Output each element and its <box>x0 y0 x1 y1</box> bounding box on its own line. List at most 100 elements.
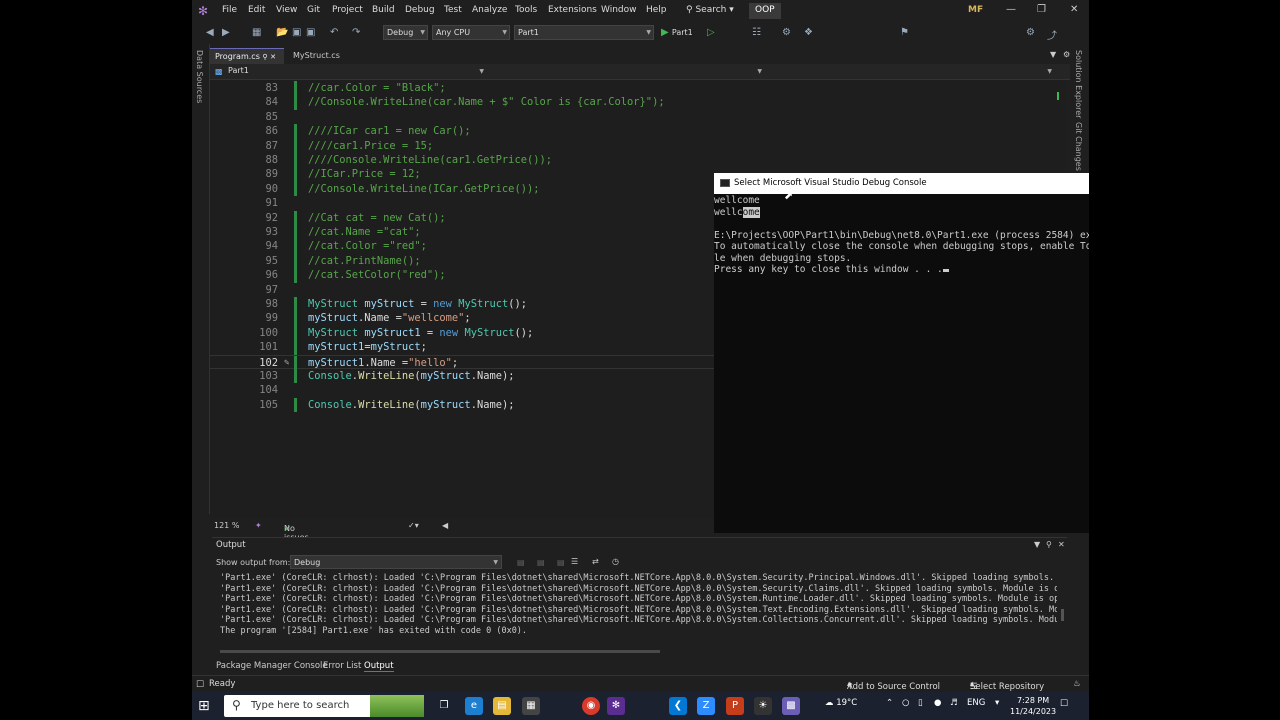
find-message-icon[interactable]: ▤ <box>517 558 525 567</box>
start-without-debugging-icon[interactable]: ▷ <box>707 27 715 38</box>
pin-panel-icon[interactable]: ⚲ <box>1046 540 1052 549</box>
git-changes-tab[interactable]: Git Changes <box>1074 122 1083 171</box>
tray-app-icon[interactable]: ○ <box>902 698 909 708</box>
show-hidden-icons-icon[interactable]: ⌃ <box>886 698 893 708</box>
tab-mystruct-cs[interactable]: MyStruct.cs <box>288 48 358 64</box>
data-sources-tab[interactable]: Data Sources <box>195 50 204 103</box>
previous-message-icon[interactable]: ▤ <box>537 558 545 567</box>
restore-icon[interactable]: ❐ <box>1037 4 1046 15</box>
code-cleanup-icon[interactable]: ✓▾ <box>408 521 419 530</box>
code-line[interactable]: 88 ////Console.WriteLine(car1.GetPrice())… <box>210 153 1055 168</box>
tab-package-manager-console[interactable]: Package Manager Console <box>216 661 328 671</box>
menu-help[interactable]: Help <box>646 5 667 15</box>
vscode-icon[interactable]: ❮ <box>669 697 687 715</box>
feedback-icon[interactable]: ⤴ <box>1047 27 1057 42</box>
start-debugging-button[interactable]: ▶ Part1 <box>661 27 693 38</box>
zoom-app-icon[interactable]: Z <box>697 697 715 715</box>
configuration-dropdown[interactable]: Debug ▼ <box>383 25 428 40</box>
code-line[interactable]: 85 <box>210 110 1055 124</box>
redo-icon[interactable]: ↷ <box>352 27 360 38</box>
debug-console-window[interactable]: Select Microsoft Visual Studio Debug Con… <box>714 173 1089 533</box>
code-line[interactable]: 84 //Console.WriteLine(car.Name + $" Colo… <box>210 95 1055 110</box>
output-horizontal-scrollbar[interactable] <box>220 650 660 653</box>
timestamp-icon[interactable]: ◷ <box>612 557 619 566</box>
menu-window[interactable]: Window <box>601 5 637 15</box>
settings-icon[interactable]: ❖ <box>804 27 813 38</box>
menu-project[interactable]: Project <box>332 5 363 15</box>
solution-explorer-tab[interactable]: Solution Explorer <box>1074 50 1083 118</box>
menu-view[interactable]: View <box>276 5 297 15</box>
undo-icon[interactable]: ↶ <box>330 27 338 38</box>
tab-overflow-chevron-icon[interactable]: ▼ <box>1050 50 1056 59</box>
visual-studio-icon[interactable]: ✻ <box>607 697 625 715</box>
powerpoint-icon[interactable]: P <box>726 697 744 715</box>
language-indicator[interactable]: ENG <box>967 698 985 708</box>
code-line[interactable]: 86 ////ICar car1 = new Car(); <box>210 124 1055 139</box>
app-icon[interactable]: ☀ <box>754 697 772 715</box>
menu-analyze[interactable]: Analyze <box>472 5 507 15</box>
wifi-icon[interactable]: ▾ <box>995 698 999 708</box>
notifications-bell-icon[interactable]: ♨ <box>1073 679 1081 689</box>
open-file-icon[interactable]: 📂 <box>276 27 288 38</box>
menu-edit[interactable]: Edit <box>248 5 265 15</box>
forward-icon[interactable]: ▶ <box>222 27 230 38</box>
tab-output[interactable]: Output <box>364 661 394 672</box>
microphone-icon[interactable]: ● <box>934 698 941 708</box>
word-wrap-icon[interactable]: ⇄ <box>592 557 599 566</box>
save-icon[interactable]: ▣ <box>292 27 301 38</box>
notification-center-icon[interactable]: □ <box>1060 698 1068 708</box>
code-line[interactable]: 87 ////car1.Price = 15; <box>210 138 1055 153</box>
select-repository-button[interactable]: ☷ Select Repository ▴ <box>970 679 1044 692</box>
settings-gear-icon[interactable]: ⚙ <box>1063 50 1070 59</box>
console-title-bar[interactable]: Select Microsoft Visual Studio Debug Con… <box>714 173 1089 194</box>
platform-dropdown[interactable]: Any CPU ▼ <box>432 25 510 40</box>
code-line[interactable]: 83 //car.Color = "Black"; <box>210 81 1055 96</box>
zoom-level[interactable]: 121 % <box>214 521 239 530</box>
windows-start-icon[interactable]: ⊞ <box>198 698 210 714</box>
type-scope-dropdown[interactable]: ▼ <box>488 66 764 78</box>
intellicode-icon[interactable]: ✦ <box>255 521 262 530</box>
task-view-icon[interactable]: ❐ <box>435 697 453 715</box>
startup-project-dropdown[interactable]: Part1 ▼ <box>514 25 654 40</box>
quick-actions-icon[interactable]: ✎ <box>284 356 289 370</box>
back-icon[interactable]: ◀ <box>206 27 214 38</box>
speaker-icon[interactable]: ♬ <box>950 698 958 708</box>
output-text-area[interactable]: 'Part1.exe' (CoreCLR: clrhost): Loaded '… <box>220 573 1057 637</box>
scroll-left-icon[interactable]: ◀ <box>442 521 448 530</box>
menu-git[interactable]: Git <box>307 5 320 15</box>
menu-file[interactable]: File <box>222 5 237 15</box>
menu-test[interactable]: Test <box>444 5 462 15</box>
tab-error-list[interactable]: Error List <box>323 661 361 671</box>
save-all-icon[interactable]: ▣ <box>306 27 315 38</box>
taskbar-clock[interactable]: 7:28 PM 11/24/2023 <box>1010 695 1056 717</box>
add-to-source-control-button[interactable]: ↑ Add to Source Control ▴ <box>847 679 940 692</box>
tab-program-cs[interactable]: Program.cs ⚲ ✕ <box>210 48 284 64</box>
menu-build[interactable]: Build <box>372 5 395 15</box>
next-message-icon[interactable]: ▤ <box>557 558 565 567</box>
weather-widget[interactable]: ☁ 19°C <box>825 698 857 708</box>
close-tab-icon[interactable]: ✕ <box>270 53 276 61</box>
close-icon[interactable]: ✕ <box>1070 4 1078 15</box>
taskbar-search-box[interactable]: ⚲ Type here to search <box>224 695 424 717</box>
menu-extensions[interactable]: Extensions <box>548 5 597 15</box>
file-explorer-icon[interactable]: ▤ <box>493 697 511 715</box>
pin-icon[interactable]: ⚲ <box>262 53 267 61</box>
search-button[interactable]: ⚲ Search ▾ <box>686 5 734 15</box>
close-panel-icon[interactable]: ✕ <box>1058 540 1065 549</box>
edge-browser-icon[interactable]: e <box>465 697 483 715</box>
menu-debug[interactable]: Debug <box>405 5 435 15</box>
hot-reload-icon[interactable]: ⚙ <box>782 27 791 38</box>
user-avatar[interactable]: MF <box>968 5 983 15</box>
debug-console-taskbar-icon[interactable]: ▩ <box>782 697 800 715</box>
chrome-browser-icon[interactable]: ◉ <box>582 697 600 715</box>
minimize-icon[interactable]: — <box>1006 4 1016 15</box>
scroll-thumb[interactable] <box>1061 609 1064 621</box>
menu-tools[interactable]: Tools <box>515 5 537 15</box>
network-icon[interactable]: ▯ <box>918 698 923 708</box>
member-scope-dropdown[interactable]: ▼ <box>766 66 1054 78</box>
output-vertical-scrollbar[interactable] <box>1060 573 1065 633</box>
browse-icon[interactable]: ☷ <box>752 27 761 38</box>
bookmark-icon[interactable]: ⚑ <box>900 27 909 38</box>
clear-all-icon[interactable]: ☰ <box>571 557 578 566</box>
panel-options-icon[interactable]: ▼ <box>1034 540 1040 549</box>
